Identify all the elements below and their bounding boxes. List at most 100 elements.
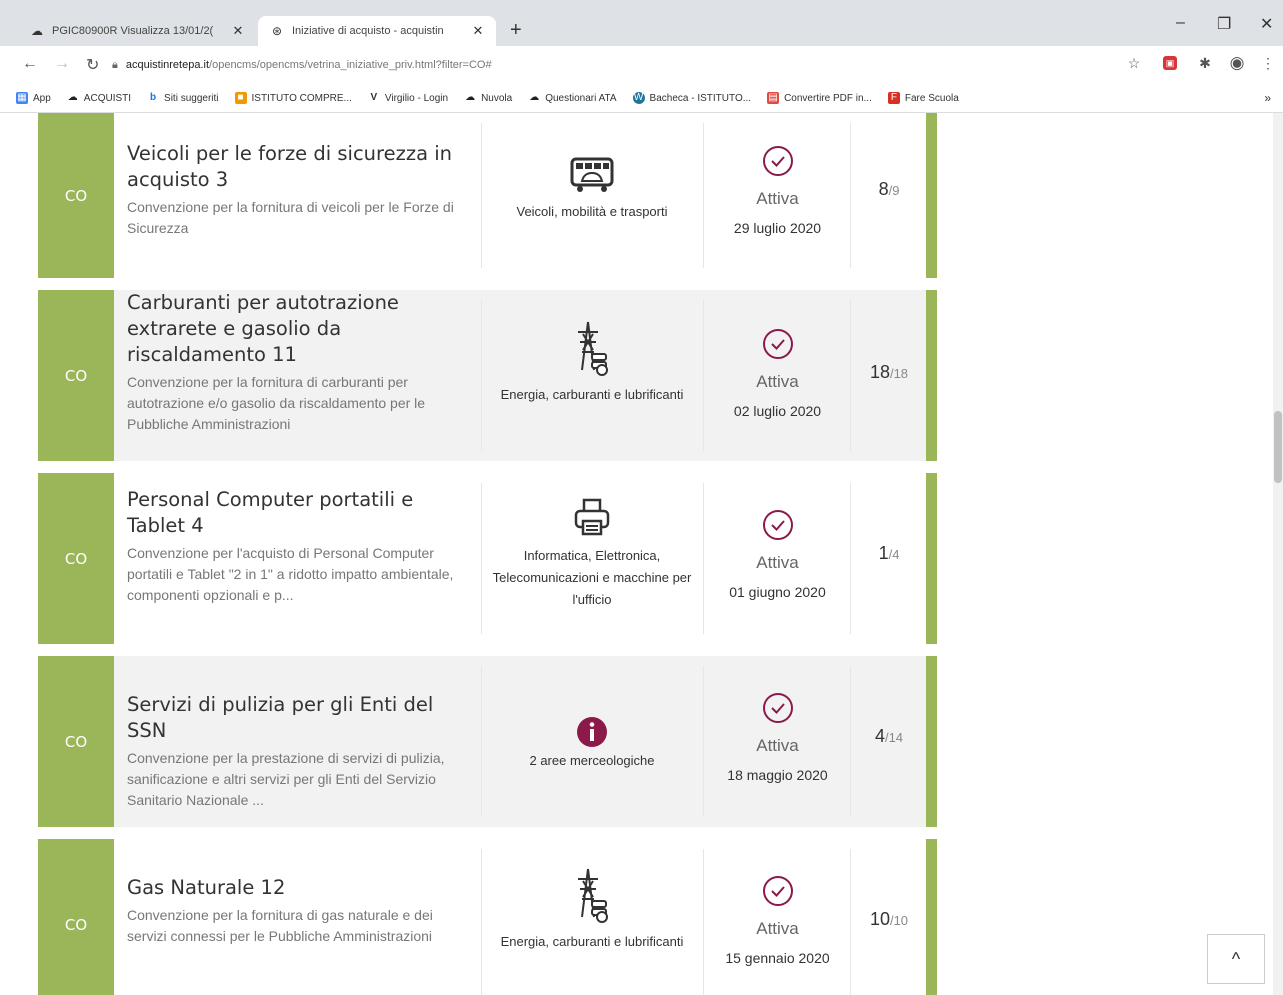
status-date: 15 gennaio 2020 xyxy=(725,950,830,966)
power-tower-icon xyxy=(578,868,608,923)
wordpress-icon: W xyxy=(632,92,645,104)
chevron-up-icon: ^ xyxy=(1231,948,1241,969)
cloud-icon: ☁ xyxy=(31,24,43,38)
initiative-description: Convenzione per la prestazione di serviz… xyxy=(127,750,445,808)
check-circle-icon xyxy=(762,329,793,359)
bookmark-nuvola[interactable]: ☁ Nuvola xyxy=(464,92,512,104)
scrollbar-thumb[interactable] xyxy=(1274,411,1282,483)
reload-icon[interactable]: ↻ xyxy=(86,55,99,75)
tab-title: Iniziative di acquisto - acquistin xyxy=(292,25,444,37)
status-label: Attiva xyxy=(756,553,799,572)
type-badge: CO xyxy=(38,113,114,278)
initiative-description: Convenzione per la fornitura di gas natu… xyxy=(127,907,433,944)
back-to-top-button[interactable]: ^ xyxy=(1207,934,1265,984)
bookmark-convertire-pdf[interactable]: ▤ Convertire PDF in... xyxy=(767,92,872,104)
initiatives-list: CO Veicoli per le forze di sicurezza in … xyxy=(0,113,1283,995)
check-circle-icon xyxy=(762,146,793,176)
lock-icon: 🔒︎ xyxy=(112,58,118,71)
category-label: Energia, carburanti e lubrificanti xyxy=(500,934,684,949)
initiative-row[interactable]: CO Personal Computer portatili e Tablet … xyxy=(38,473,937,644)
globe-icon: ⊛ xyxy=(271,24,283,38)
initiative-description: Convenzione per l'acquisto di Personal C… xyxy=(127,545,454,603)
tab-inactive[interactable]: ☁ PGIC80900R Visualizza 13/01/2( ✕ xyxy=(18,16,256,46)
power-tower-icon xyxy=(578,321,608,376)
lots-counter: 8/9 xyxy=(878,179,900,199)
status-label: Attiva xyxy=(756,736,799,755)
status-date: 02 luglio 2020 xyxy=(733,403,822,419)
school-icon: ■ xyxy=(234,92,247,104)
lots-counter: 10/10 xyxy=(869,909,909,929)
check-circle-icon xyxy=(762,693,793,723)
bookmark-virgilio[interactable]: V Virgilio - Login xyxy=(368,92,449,104)
fare-scuola-icon: F xyxy=(887,92,900,104)
category-label: Informatica, Elettronica, Telecomunicazi… xyxy=(492,548,692,607)
apps-grid-icon: ▦ xyxy=(16,92,28,104)
more-bookmarks-icon[interactable]: » xyxy=(1264,91,1271,105)
bus-icon xyxy=(570,157,614,192)
initiative-description: Convenzione per la fornitura di veicoli … xyxy=(127,199,454,236)
bookmark-app[interactable]: ▦ App xyxy=(16,92,51,104)
puzzle-icon[interactable]: ✱ xyxy=(1196,54,1214,72)
bing-icon: b xyxy=(149,92,157,103)
new-tab-button[interactable]: + xyxy=(510,18,522,42)
bookmark-questionari[interactable]: ☁ Questionari ATA xyxy=(528,92,616,104)
minimize-button[interactable]: – xyxy=(1176,14,1185,32)
lots-counter: 4/14 xyxy=(874,726,904,746)
initiative-row[interactable]: CO Carburanti per autotrazione extrarete… xyxy=(38,290,937,461)
tab-strip: ☁ PGIC80900R Visualizza 13/01/2( ✕ ⊛ Ini… xyxy=(0,0,1283,46)
initiative-row[interactable]: CO Servizi di pulizia per gli Enti del S… xyxy=(38,656,937,827)
status-date: 18 maggio 2020 xyxy=(727,767,828,783)
bookmark-siti-suggeriti[interactable]: b Siti suggeriti xyxy=(147,92,219,104)
maximize-button[interactable]: ❐ xyxy=(1217,14,1231,34)
back-arrow-icon[interactable]: ← xyxy=(22,55,38,73)
category-label: 2 aree merceologiche xyxy=(529,753,655,768)
category-label: Veicoli, mobilità e trasporti xyxy=(516,204,668,219)
profile-icon[interactable]: ◉ xyxy=(1228,53,1246,72)
cloud-icon: ☁ xyxy=(465,92,476,103)
initiative-title[interactable]: Servizi di pulizia per gli Enti del SSN xyxy=(127,692,467,744)
status-label: Attiva xyxy=(756,919,799,938)
type-badge: CO xyxy=(38,839,114,995)
initiative-row[interactable]: CO Veicoli per le forze di sicurezza in … xyxy=(38,113,937,278)
vertical-scrollbar[interactable] xyxy=(1273,113,1283,995)
bookmark-fare-scuola[interactable]: F Fare Scuola xyxy=(887,92,959,104)
lots-counter: 18/18 xyxy=(869,362,909,382)
initiative-title[interactable]: Veicoli per le forze di sicurezza in acq… xyxy=(127,141,467,193)
initiative-title[interactable]: Personal Computer portatili e Tablet 4 xyxy=(127,487,467,539)
cloud-icon: ☁ xyxy=(529,92,540,103)
url-path: /opencms/opencms/vetrina_iniziative_priv… xyxy=(209,59,492,71)
check-circle-icon xyxy=(762,510,793,540)
status-date: 01 giugno 2020 xyxy=(729,584,826,600)
check-circle-icon xyxy=(762,876,793,906)
type-badge: CO xyxy=(38,473,114,644)
bookmark-istituto[interactable]: ■ ISTITUTO COMPRE... xyxy=(234,92,352,104)
tab-title: PGIC80900R Visualizza 13/01/2( xyxy=(52,25,214,37)
bookmark-bacheca[interactable]: W Bacheca - ISTITUTO... xyxy=(632,92,751,104)
close-tab-icon[interactable]: ✕ xyxy=(470,23,486,39)
status-date: 29 luglio 2020 xyxy=(733,220,822,236)
type-badge: CO xyxy=(38,290,114,461)
initiative-row[interactable]: CO Gas Naturale 12 Convenzione per la fo… xyxy=(38,839,937,995)
virgilio-icon: V xyxy=(370,92,378,103)
extension-pdf-icon[interactable]: ▣ xyxy=(1163,56,1177,70)
url-host: acquistinretepa.it xyxy=(125,59,210,71)
initiative-description: Convenzione per la fornitura di carburan… xyxy=(127,374,426,432)
address-bar[interactable]: 🔒︎ acquistinretepa.it/opencms/opencms/ve… xyxy=(112,52,1152,78)
close-window-button[interactable]: ✕ xyxy=(1260,14,1273,34)
bookmark-acquisti[interactable]: ☁ ACQUISTI xyxy=(67,92,131,104)
initiative-title[interactable]: Gas Naturale 12 xyxy=(127,875,467,901)
forward-arrow-icon[interactable]: → xyxy=(54,55,70,73)
type-badge: CO xyxy=(38,656,114,827)
info-icon xyxy=(577,717,607,747)
tab-active[interactable]: ⊛ Iniziative di acquisto - acquistin ✕ xyxy=(258,16,496,46)
status-label: Attiva xyxy=(756,189,799,208)
lots-counter: 1/4 xyxy=(878,543,900,563)
printer-icon xyxy=(574,498,610,536)
status-label: Attiva xyxy=(756,372,799,391)
close-tab-icon[interactable]: ✕ xyxy=(230,23,246,39)
bookmarks-bar: ▦ App ☁ ACQUISTI b Siti suggeriti ■ ISTITUTO… xyxy=(0,84,1283,113)
cloud-icon: ☁ xyxy=(67,92,78,103)
menu-kebab-icon[interactable]: ⋮ xyxy=(1259,54,1277,72)
star-icon[interactable]: ☆ xyxy=(1125,54,1143,72)
initiative-title[interactable]: Carburanti per autotrazione extrarete e … xyxy=(127,290,467,368)
